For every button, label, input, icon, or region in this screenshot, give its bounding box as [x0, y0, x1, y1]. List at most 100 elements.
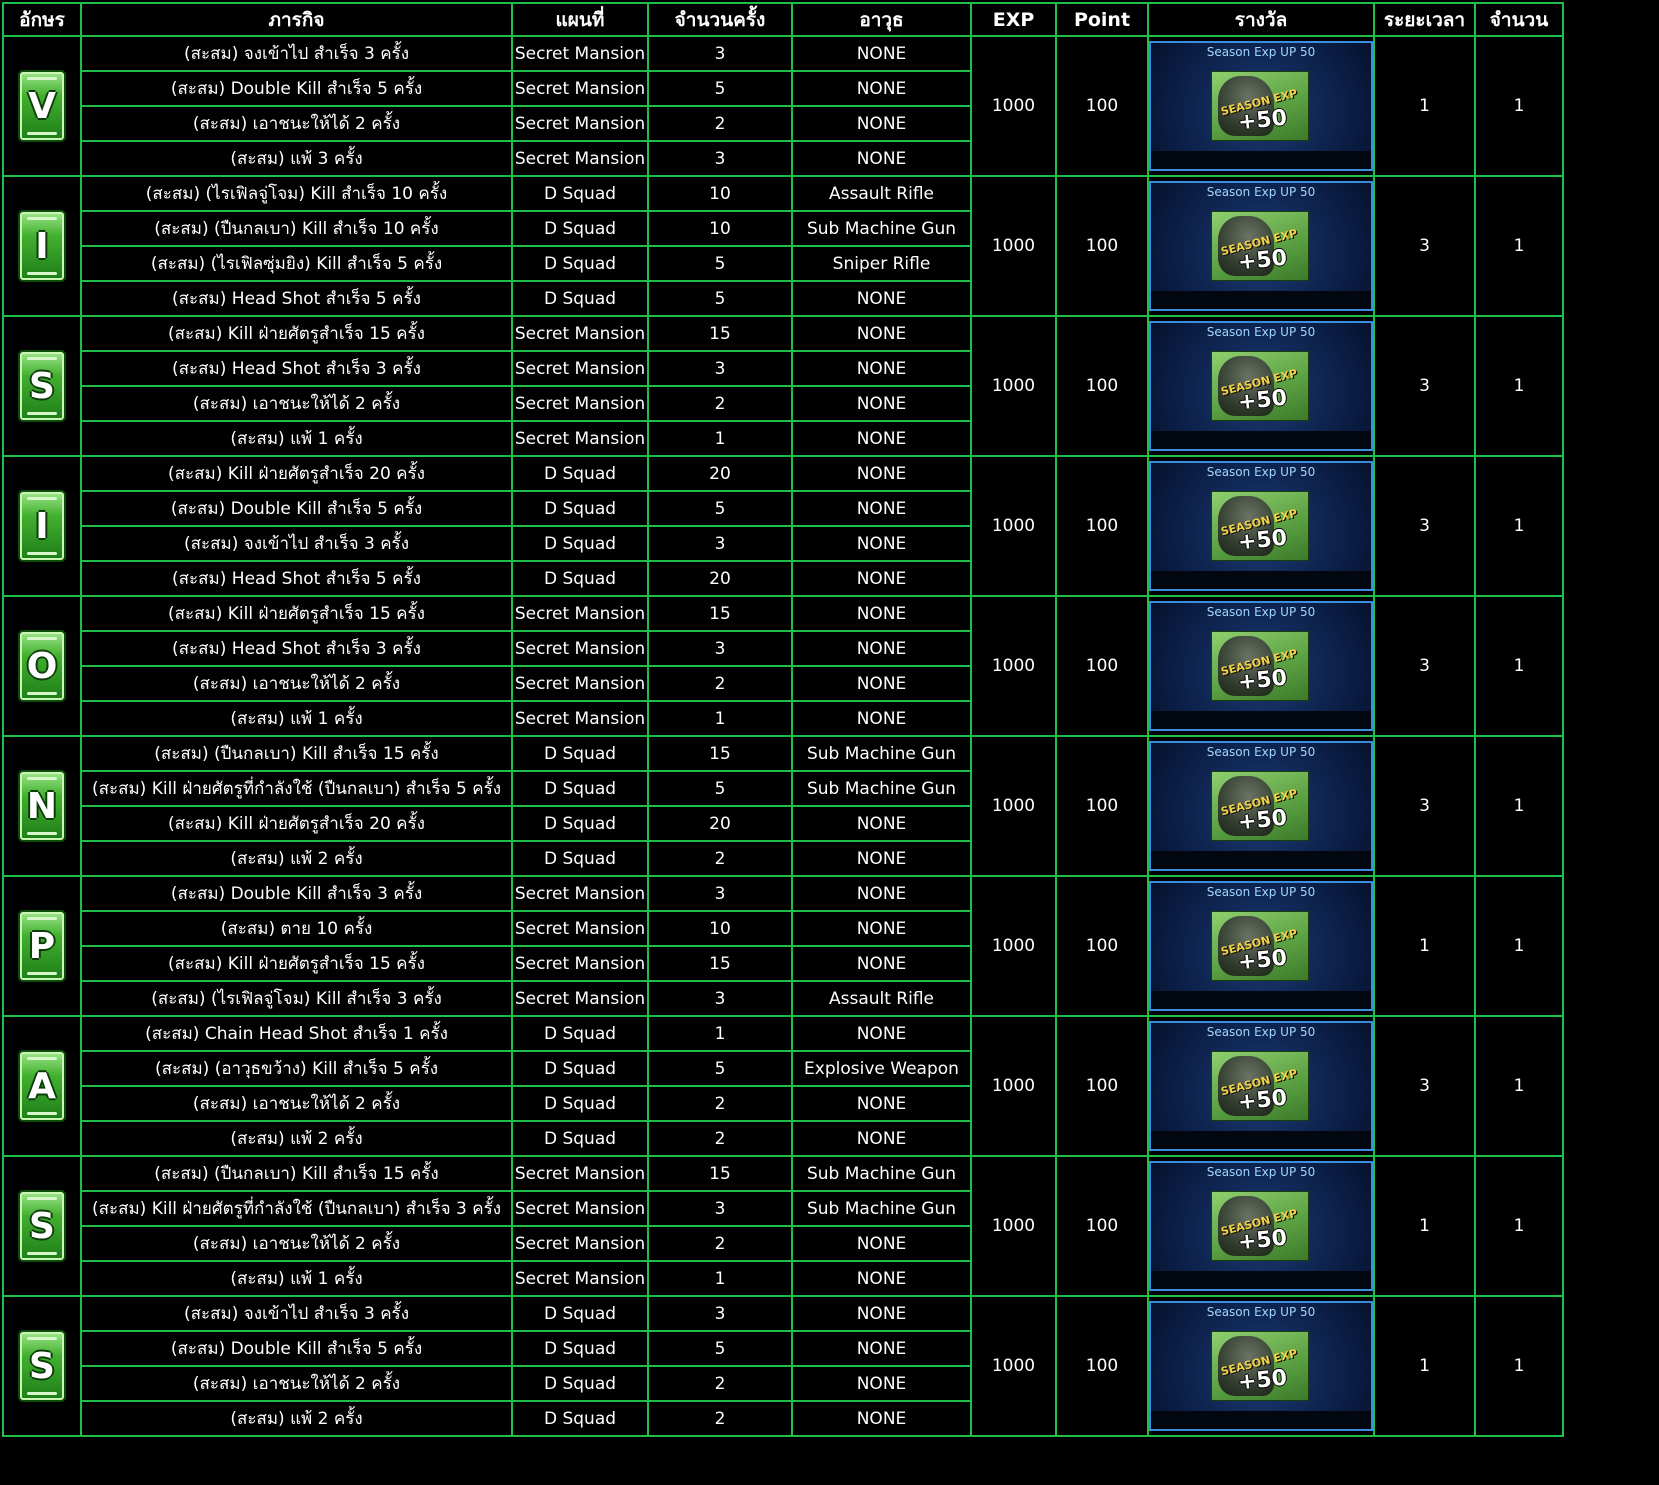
- mission-weapon: NONE: [791, 665, 972, 702]
- mission-task: (สะสม) Head Shot สำเร็จ 5 ครั้ง: [80, 280, 513, 317]
- header-count: จำนวน: [1474, 2, 1564, 37]
- letter-badge-letter: I: [35, 225, 49, 267]
- mission-map: D Squad: [511, 1295, 649, 1332]
- mission-task: (สะสม) เอาชนะให้ได้ 2 ครั้ง: [80, 1085, 513, 1122]
- letter-cell: I: [2, 175, 82, 317]
- mission-map: Secret Mansion: [511, 385, 649, 422]
- mission-map: Secret Mansion: [511, 1260, 649, 1297]
- exp-value: 1000: [970, 1015, 1057, 1157]
- count-value: 1: [1474, 595, 1564, 737]
- mission-weapon: NONE: [791, 455, 972, 492]
- mission-task: (สะสม) เอาชนะให้ได้ 2 ครั้ง: [80, 385, 513, 422]
- mission-weapon: Assault Rifle: [791, 175, 972, 212]
- mission-times: 2: [647, 1400, 793, 1437]
- reward-title: Season Exp UP 50: [1206, 885, 1316, 899]
- mission-map: D Squad: [511, 805, 649, 842]
- reward-title: Season Exp UP 50: [1206, 1305, 1316, 1319]
- mission-task: (สะสม) แพ้ 1 ครั้ง: [80, 1260, 513, 1297]
- letter-badge-letter: I: [35, 505, 49, 547]
- mission-map: Secret Mansion: [511, 35, 649, 72]
- mission-weapon: Sub Machine Gun: [791, 735, 972, 772]
- letter-badge-icon: P: [18, 910, 66, 982]
- reward-art-plus: +50: [1236, 1365, 1289, 1396]
- mission-times: 2: [647, 1225, 793, 1262]
- mission-weapon: NONE: [791, 1295, 972, 1332]
- mission-weapon: NONE: [791, 525, 972, 562]
- mission-weapon: NONE: [791, 70, 972, 107]
- mission-times: 10: [647, 210, 793, 247]
- mission-task: (สะสม) แพ้ 2 ครั้ง: [80, 1400, 513, 1437]
- table-row: N (สะสม) (ปืนกลเบา) Kill สำเร็จ 15 ครั้ง D…: [2, 735, 1564, 877]
- table-row: A (สะสม) Chain Head Shot สำเร็จ 1 ครั้ง D …: [2, 1015, 1564, 1157]
- season-exp-icon: SEASON EXP +50: [1211, 351, 1309, 421]
- reward-card: Season Exp UP 50 SEASON EXP +50: [1150, 461, 1372, 591]
- mission-task: (สะสม) แพ้ 1 ครั้ง: [80, 700, 513, 737]
- reward-art-plus: +50: [1236, 525, 1289, 556]
- reward-card-footer: [1151, 571, 1371, 589]
- mission-times: 15: [647, 735, 793, 772]
- mission-task: (สะสม) Head Shot สำเร็จ 3 ครั้ง: [80, 350, 513, 387]
- reward-title: Season Exp UP 50: [1206, 605, 1316, 619]
- mission-task: (สะสม) จงเข้าไป สำเร็จ 3 ครั้ง: [80, 525, 513, 562]
- header-map: แผนที่: [511, 2, 649, 37]
- letter-cell: S: [2, 315, 82, 457]
- mission-map: D Squad: [511, 525, 649, 562]
- mission-map: D Squad: [511, 770, 649, 807]
- mission-map: D Squad: [511, 1330, 649, 1367]
- mission-weapon: Sub Machine Gun: [791, 210, 972, 247]
- mission-map: Secret Mansion: [511, 140, 649, 177]
- mission-map: Secret Mansion: [511, 875, 649, 912]
- reward-card-footer: [1151, 1131, 1371, 1149]
- mission-task: (สะสม) Double Kill สำเร็จ 3 ครั้ง: [80, 875, 513, 912]
- letter-cell: P: [2, 875, 82, 1017]
- mission-task: (สะสม) Head Shot สำเร็จ 5 ครั้ง: [80, 560, 513, 597]
- mission-weapon: Sub Machine Gun: [791, 770, 972, 807]
- mission-weapon: NONE: [791, 945, 972, 982]
- mission-task: (สะสม) Chain Head Shot สำเร็จ 1 ครั้ง: [80, 1015, 513, 1052]
- point-value: 100: [1055, 315, 1149, 457]
- letter-badge-icon: N: [18, 770, 66, 842]
- mission-map: D Squad: [511, 210, 649, 247]
- letter-badge-letter: O: [26, 645, 58, 687]
- count-value: 1: [1474, 315, 1564, 457]
- mission-map: D Squad: [511, 560, 649, 597]
- letter-badge-icon: O: [18, 630, 66, 702]
- count-value: 1: [1474, 735, 1564, 877]
- reward-art-plus: +50: [1236, 1225, 1289, 1256]
- reward-card: Season Exp UP 50 SEASON EXP +50: [1150, 601, 1372, 731]
- duration-value: 1: [1373, 35, 1476, 177]
- mission-map: Secret Mansion: [511, 315, 649, 352]
- season-exp-icon: SEASON EXP +50: [1211, 1051, 1309, 1121]
- header-times: จำนวนครั้ง: [647, 2, 793, 37]
- mission-times: 5: [647, 490, 793, 527]
- exp-value: 1000: [970, 455, 1057, 597]
- mission-task: (สะสม) แพ้ 3 ครั้ง: [80, 140, 513, 177]
- header-reward: รางวัล: [1147, 2, 1375, 37]
- mission-times: 10: [647, 175, 793, 212]
- letter-cell: V: [2, 35, 82, 177]
- mission-task: (สะสม) เอาชนะให้ได้ 2 ครั้ง: [80, 1365, 513, 1402]
- mission-weapon: NONE: [791, 805, 972, 842]
- duration-value: 3: [1373, 175, 1476, 317]
- reward-cell: Season Exp UP 50 SEASON EXP +50: [1147, 455, 1375, 597]
- mission-times: 5: [647, 245, 793, 282]
- mission-task: (สะสม) Double Kill สำเร็จ 5 ครั้ง: [80, 1330, 513, 1367]
- mission-task: (สะสม) Head Shot สำเร็จ 3 ครั้ง: [80, 630, 513, 667]
- mission-weapon: NONE: [791, 910, 972, 947]
- duration-value: 3: [1373, 735, 1476, 877]
- table-row: S (สะสม) จงเข้าไป สำเร็จ 3 ครั้ง D Squad 3 N…: [2, 1295, 1564, 1437]
- mission-map: D Squad: [511, 1050, 649, 1087]
- point-value: 100: [1055, 175, 1149, 317]
- mission-weapon: NONE: [791, 140, 972, 177]
- reward-card-footer: [1151, 431, 1371, 449]
- mission-weapon: NONE: [791, 560, 972, 597]
- mission-task: (สะสม) Double Kill สำเร็จ 5 ครั้ง: [80, 70, 513, 107]
- mission-times: 3: [647, 875, 793, 912]
- reward-card-footer: [1151, 1271, 1371, 1289]
- mission-map: D Squad: [511, 245, 649, 282]
- mission-task: (สะสม) (ปืนกลเบา) Kill สำเร็จ 15 ครั้ง: [80, 735, 513, 772]
- exp-value: 1000: [970, 175, 1057, 317]
- reward-cell: Season Exp UP 50 SEASON EXP +50: [1147, 35, 1375, 177]
- season-exp-icon: SEASON EXP +50: [1211, 211, 1309, 281]
- mission-map: Secret Mansion: [511, 665, 649, 702]
